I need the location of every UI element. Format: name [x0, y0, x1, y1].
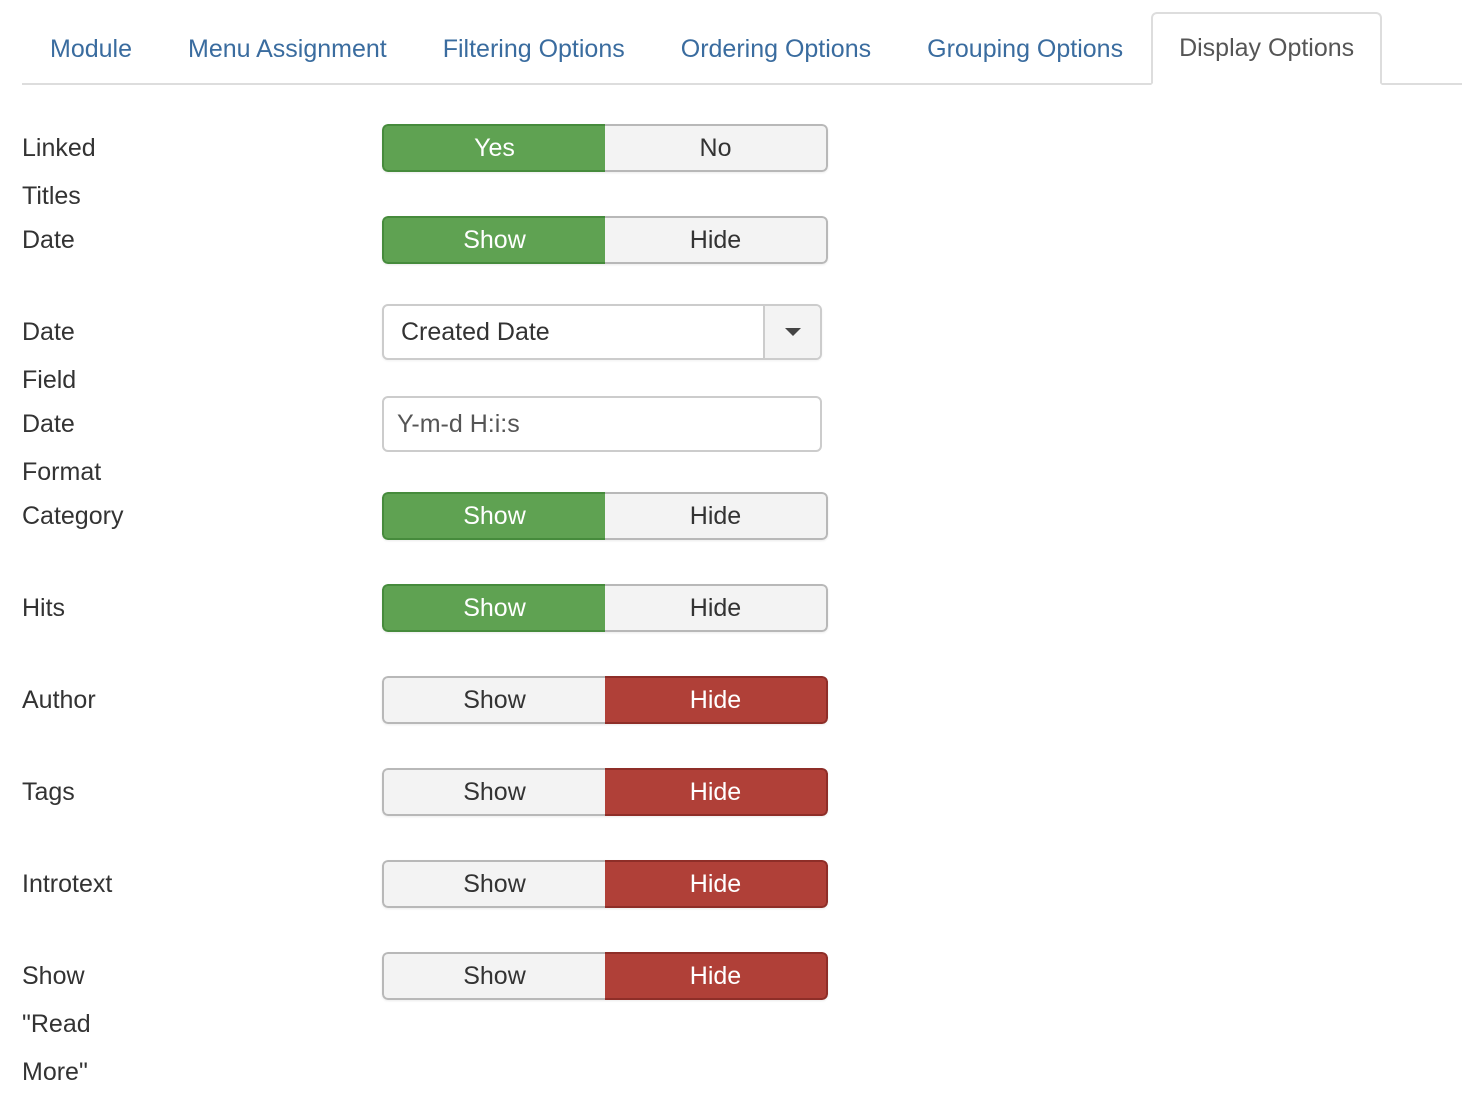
field-label: Date Format — [22, 410, 102, 486]
toggle-option-hide[interactable]: Hide — [605, 492, 828, 540]
field-label: Date — [22, 226, 75, 254]
toggle-option-show[interactable]: Show — [382, 952, 605, 1000]
category-toggle: Show Hide — [382, 492, 828, 540]
tab-module[interactable]: Module — [22, 12, 160, 85]
date-toggle: Show Hide — [382, 216, 828, 264]
introtext-toggle: Show Hide — [382, 860, 828, 908]
date-field-select[interactable]: Created Date — [382, 304, 822, 360]
tab-grouping-options[interactable]: Grouping Options — [899, 12, 1151, 85]
field-label: Tags — [22, 778, 75, 806]
select-value: Created Date — [401, 318, 550, 346]
dropdown-button[interactable] — [763, 306, 820, 358]
toggle-option-show[interactable]: Show — [382, 584, 605, 632]
toggle-option-show[interactable]: Show — [382, 860, 605, 908]
toggle-option-show[interactable]: Show — [382, 216, 605, 264]
tab-menu-assignment[interactable]: Menu Assignment — [160, 12, 415, 85]
read-more-toggle: Show Hide — [382, 952, 828, 1000]
field-label: Introtext — [22, 870, 113, 898]
toggle-option-hide[interactable]: Hide — [605, 860, 828, 908]
toggle-option-hide[interactable]: Hide — [605, 216, 828, 264]
toggle-option-hide[interactable]: Hide — [605, 768, 828, 816]
date-format-input[interactable] — [382, 396, 822, 452]
author-toggle: Show Hide — [382, 676, 828, 724]
toggle-option-show[interactable]: Show — [382, 676, 605, 724]
toggle-option-no[interactable]: No — [605, 124, 828, 172]
field-label: Category — [22, 502, 124, 530]
field-label: Author — [22, 686, 96, 714]
toggle-option-hide[interactable]: Hide — [605, 952, 828, 1000]
field-label: Date Field — [22, 318, 77, 394]
caret-down-icon — [784, 328, 801, 336]
field-label: Hits — [22, 594, 66, 622]
tab-display-options[interactable]: Display Options — [1151, 12, 1383, 85]
toggle-option-yes[interactable]: Yes — [382, 124, 605, 172]
toggle-option-show[interactable]: Show — [382, 492, 605, 540]
field-label: Show "Read More" — [22, 962, 91, 1086]
tab-filtering-options[interactable]: Filtering Options — [415, 12, 653, 85]
hits-toggle: Show Hide — [382, 584, 828, 632]
field-label: Linked Titles — [22, 134, 96, 210]
toggle-option-hide[interactable]: Hide — [605, 676, 828, 724]
tags-toggle: Show Hide — [382, 768, 828, 816]
tab-bar: Module Menu Assignment Filtering Options… — [22, 12, 1462, 85]
linked-titles-toggle: Yes No — [382, 124, 828, 172]
toggle-option-hide[interactable]: Hide — [605, 584, 828, 632]
tab-ordering-options[interactable]: Ordering Options — [653, 12, 899, 85]
toggle-option-show[interactable]: Show — [382, 768, 605, 816]
